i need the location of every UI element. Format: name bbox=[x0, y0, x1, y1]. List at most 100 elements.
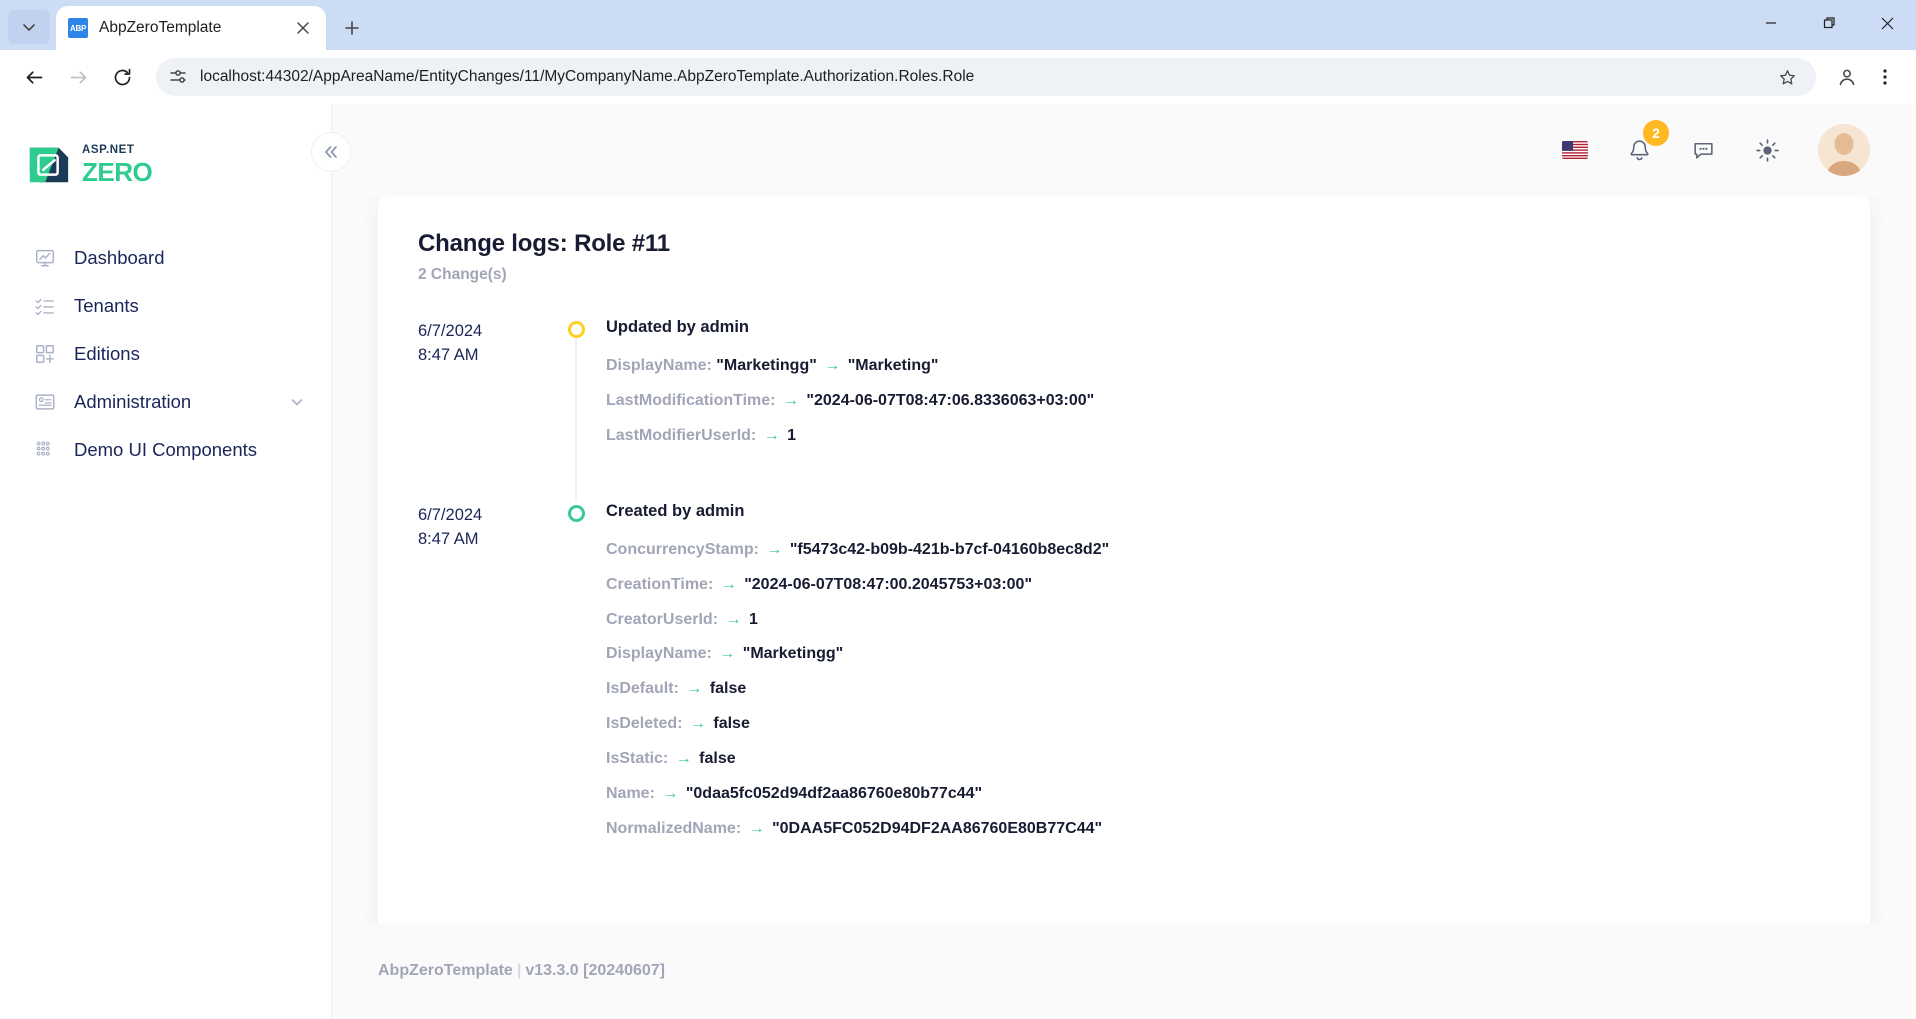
change-property-row: IsStatic: → false bbox=[606, 746, 1830, 772]
change-property-row: CreationTime: → "2024-06-07T08:47:00.204… bbox=[606, 572, 1830, 598]
chevron-down-icon[interactable] bbox=[289, 394, 305, 410]
browser-profile-button[interactable] bbox=[1830, 60, 1864, 94]
property-new-value: "2024-06-07T08:47:06.8336063+03:00" bbox=[806, 391, 1095, 409]
reload-button[interactable] bbox=[102, 57, 142, 97]
timeline-connector-line bbox=[575, 336, 577, 502]
back-button[interactable] bbox=[14, 57, 54, 97]
administration-icon bbox=[34, 391, 56, 413]
sidebar-logo[interactable]: ASP.NET ZERO bbox=[0, 104, 331, 196]
sidebar-item-label: Editions bbox=[74, 343, 140, 364]
change-count-subtitle: 2 Change(s) bbox=[418, 266, 507, 283]
minimize-icon bbox=[1766, 22, 1776, 24]
new-tab-button[interactable] bbox=[334, 10, 370, 46]
property-key: IsStatic: bbox=[606, 750, 669, 768]
property-key: IsDeleted: bbox=[606, 715, 683, 733]
change-property-row: DisplayName: "Marketingg" → "Marketing" bbox=[606, 353, 1830, 379]
property-key: DisplayName: bbox=[606, 357, 712, 374]
change-property-row: LastModificationTime: → "2024-06-07T08:4… bbox=[606, 388, 1830, 414]
window-minimize-button[interactable] bbox=[1742, 0, 1800, 46]
change-arrow-icon: → bbox=[763, 426, 780, 444]
close-tab-button[interactable] bbox=[292, 17, 314, 39]
property-key: LastModificationTime: bbox=[606, 391, 776, 409]
url-text[interactable]: localhost:44302/AppAreaName/EntityChange… bbox=[200, 68, 1758, 86]
notifications-button[interactable]: 2 bbox=[1622, 120, 1669, 167]
property-key: CreatorUserId: bbox=[606, 610, 719, 628]
timeline-marker-created bbox=[567, 504, 585, 522]
timeline-marker-column bbox=[546, 502, 606, 895]
timeline-entry-time: 8:47 AM bbox=[418, 345, 479, 364]
browser-menu-button[interactable] bbox=[1868, 60, 1902, 94]
property-key: IsDefault: bbox=[606, 680, 679, 698]
property-key: ConcurrencyStamp: bbox=[606, 540, 759, 558]
sidebar-item-label: Dashboard bbox=[74, 247, 165, 268]
sidebar-item-label: Tenants bbox=[74, 295, 139, 316]
footer-version: v13.3.0 [20240607] bbox=[525, 962, 665, 979]
arrow-left-icon bbox=[26, 70, 42, 84]
page-title: Change logs: Role #11 bbox=[418, 230, 670, 257]
tab-search-button[interactable] bbox=[8, 10, 50, 44]
change-property-row: LastModifierUserId: → 1 bbox=[606, 423, 1830, 449]
bookmark-button[interactable] bbox=[1770, 60, 1804, 94]
change-arrow-icon: → bbox=[662, 785, 679, 803]
abp-favicon: ABP bbox=[68, 18, 88, 38]
sidebar-item-tenants[interactable]: Tenants bbox=[0, 282, 331, 330]
change-property-row: NormalizedName: → "0DAA5FC052D94DF2AA867… bbox=[606, 816, 1830, 842]
change-arrow-icon: → bbox=[675, 750, 692, 768]
property-old-value: "Marketingg" bbox=[716, 357, 817, 374]
chat-button[interactable] bbox=[1686, 133, 1720, 167]
reload-icon bbox=[114, 68, 130, 85]
timeline-entry-datetime: 6/7/2024 8:47 AM bbox=[418, 318, 546, 368]
browser-tab[interactable]: ABP AbpZeroTemplate bbox=[56, 6, 326, 50]
change-logs-card: Change logs: Role #11 2 Change(s) 6/7/20… bbox=[378, 196, 1870, 923]
change-arrow-icon: → bbox=[766, 540, 783, 558]
address-bar[interactable]: localhost:44302/AppAreaName/EntityChange… bbox=[156, 58, 1816, 96]
user-avatar[interactable] bbox=[1818, 124, 1870, 176]
sidebar-item-editions[interactable]: Editions bbox=[0, 330, 331, 378]
sidebar-item-demo-ui-components[interactable]: Demo UI Components bbox=[0, 426, 331, 474]
property-new-value: "Marketingg" bbox=[742, 645, 844, 663]
change-arrow-icon: → bbox=[725, 610, 742, 628]
star-icon bbox=[1779, 69, 1795, 84]
tab-strip: ABP AbpZeroTemplate bbox=[0, 0, 1916, 50]
property-key: DisplayName: bbox=[606, 645, 712, 663]
browser-toolbar: localhost:44302/AppAreaName/EntityChange… bbox=[0, 50, 1916, 104]
property-new-value: "0daa5fc052d94df2aa86760e80b77c44" bbox=[685, 785, 983, 803]
change-arrow-icon: → bbox=[824, 357, 841, 374]
language-selector-button[interactable] bbox=[1558, 133, 1592, 167]
timeline-entry-body: Updated by admin DisplayName: "Marketing… bbox=[606, 318, 1830, 502]
sidebar: ASP.NET ZERO Dashboard Tenants Editions … bbox=[0, 104, 351, 1019]
sidebar-item-dashboard[interactable]: Dashboard bbox=[0, 234, 331, 282]
logo-top-text: ASP.NET bbox=[82, 144, 135, 157]
property-new-value: "Marketing" bbox=[847, 357, 939, 374]
property-key: CreationTime: bbox=[606, 575, 714, 593]
arrow-right-icon bbox=[70, 70, 86, 84]
double-chevron-left-icon bbox=[325, 146, 337, 158]
sidebar-item-label: Administration bbox=[74, 391, 192, 412]
timeline-entry-date: 6/7/2024 bbox=[418, 322, 483, 340]
window-close-button[interactable] bbox=[1858, 0, 1916, 46]
avatar-image bbox=[1818, 124, 1870, 176]
window-maximize-button[interactable] bbox=[1800, 0, 1858, 46]
site-settings-icon[interactable] bbox=[168, 67, 188, 87]
change-arrow-icon: → bbox=[689, 715, 706, 733]
logo-bottom-text: ZERO bbox=[82, 156, 153, 187]
app-footer: AbpZeroTemplate | v13.3.0 [20240607] bbox=[332, 923, 1916, 1019]
theme-toggle-button[interactable] bbox=[1750, 133, 1784, 167]
window-controls bbox=[1742, 0, 1916, 46]
change-property-row: IsDefault: → false bbox=[606, 676, 1830, 702]
property-key: LastModifierUserId: bbox=[606, 426, 757, 444]
change-arrow-icon: → bbox=[719, 645, 736, 663]
timeline-entry-heading: Updated by admin bbox=[606, 318, 750, 336]
tab-title: AbpZeroTemplate bbox=[99, 19, 222, 36]
timeline-marker-updated bbox=[567, 321, 585, 338]
footer-app-name: AbpZeroTemplate bbox=[378, 962, 513, 979]
property-key: NormalizedName: bbox=[606, 819, 742, 837]
us-flag-icon bbox=[1562, 141, 1588, 159]
property-new-value: 1 bbox=[787, 426, 797, 444]
asp-net-zero-logo bbox=[29, 147, 69, 183]
sidebar-item-administration[interactable]: Administration bbox=[0, 378, 331, 426]
timeline-entry-datetime: 6/7/2024 8:47 AM bbox=[418, 502, 546, 552]
timeline-entry-date: 6/7/2024 bbox=[418, 505, 483, 524]
sidebar-collapse-button[interactable] bbox=[311, 132, 351, 172]
forward-button[interactable] bbox=[58, 57, 98, 97]
